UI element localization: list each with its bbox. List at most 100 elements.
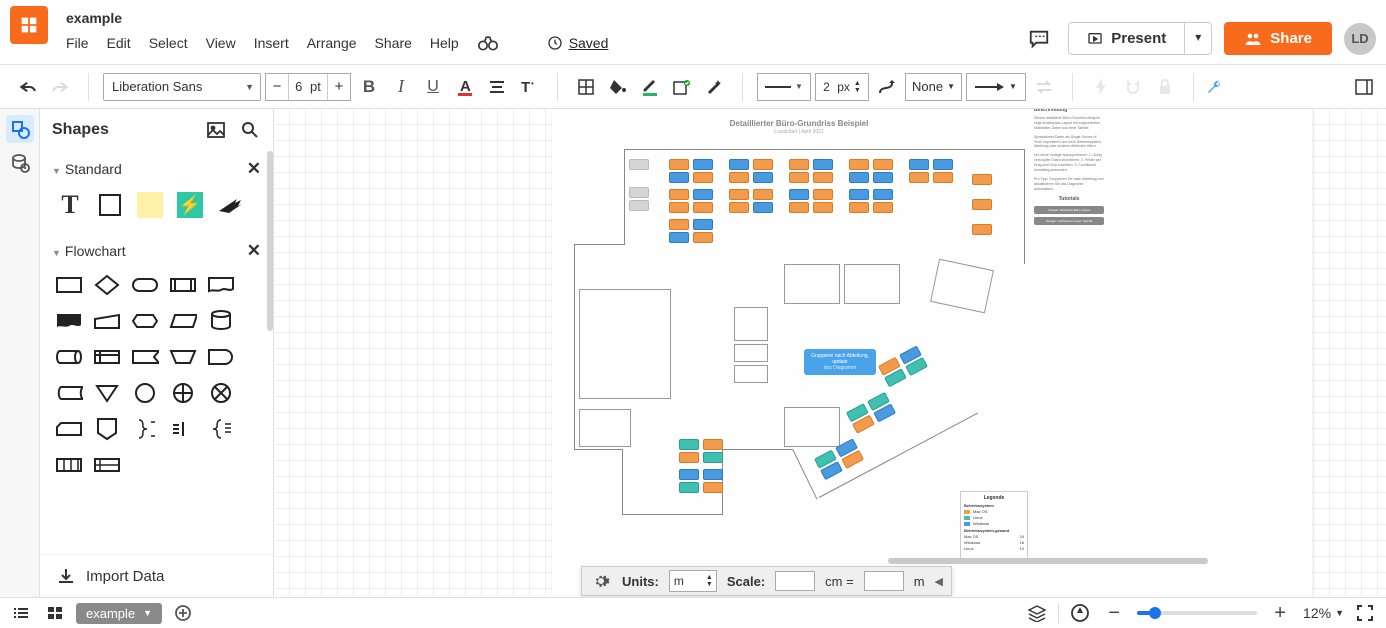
redo-button[interactable] (46, 73, 74, 101)
units-collapse-button[interactable]: ◀ (935, 575, 943, 588)
line-end-select[interactable]: ▼ (966, 73, 1026, 101)
align-button[interactable] (483, 73, 511, 101)
menu-view[interactable]: View (206, 35, 236, 51)
lock-button[interactable] (1151, 73, 1179, 101)
zoom-in-button[interactable]: + (1267, 602, 1293, 624)
menu-file[interactable]: File (66, 35, 89, 51)
fc-annotation[interactable] (168, 415, 198, 443)
section-flowchart-label[interactable]: Flowchart (65, 243, 126, 259)
underline-button[interactable]: U (419, 73, 447, 101)
fc-preparation[interactable] (130, 307, 160, 335)
target-button[interactable] (1067, 602, 1093, 624)
shape-rectangle[interactable] (94, 189, 126, 221)
import-data-button[interactable]: Import Data (40, 554, 273, 597)
fc-brace-right[interactable] (130, 415, 160, 443)
pages-list-button[interactable] (8, 602, 34, 624)
bold-button[interactable]: B (355, 73, 383, 101)
line-width-select[interactable]: 2 px ▲▼ (815, 73, 869, 101)
fc-display[interactable] (54, 307, 84, 335)
info-button-1[interactable]: Vorlage: Einfaches Büro-Layout (1034, 206, 1104, 214)
section-flowchart-close[interactable]: ✕ (247, 241, 261, 261)
canvas[interactable]: Detaillierter Büro-Grundriss Beispiel Lu… (274, 109, 1386, 597)
swap-ends-button[interactable] (1030, 73, 1058, 101)
fc-table[interactable] (54, 451, 84, 479)
fc-brace-left[interactable] (206, 415, 236, 443)
font-family-select[interactable]: Liberation Sans ▼ (103, 73, 261, 101)
rail-shapes-button[interactable] (6, 115, 34, 143)
scale-m-input[interactable] (864, 571, 904, 591)
fc-offpage[interactable] (92, 415, 122, 443)
rail-data-button[interactable] (6, 149, 34, 177)
info-button-2[interactable]: Vorlage: Conference Layer Tutorial (1034, 217, 1104, 225)
callout-tooltip[interactable]: Gruppiere nach Abteilung, update das Dia… (804, 349, 876, 375)
section-standard-label[interactable]: Standard (65, 161, 122, 177)
menu-arrange[interactable]: Arrange (307, 35, 357, 51)
units-select[interactable]: m ▲▼ (669, 570, 717, 592)
shape-format-button[interactable] (668, 73, 696, 101)
document-title[interactable]: example (66, 6, 1022, 32)
fc-document[interactable] (206, 271, 236, 299)
text-color-button[interactable]: A (451, 73, 479, 101)
line-style-select[interactable]: ▼ (757, 73, 811, 101)
table-button[interactable] (572, 73, 600, 101)
zoom-out-button[interactable]: − (1101, 602, 1127, 624)
border-color-button[interactable] (636, 73, 664, 101)
user-avatar[interactable]: LD (1344, 23, 1376, 55)
search-icon[interactable] (239, 119, 261, 141)
fc-or[interactable] (168, 379, 198, 407)
page-tab[interactable]: example ▼ (76, 603, 162, 624)
font-size-increase[interactable]: + (328, 78, 350, 95)
panel-toggle-button[interactable] (1350, 73, 1378, 101)
fc-connector[interactable] (130, 379, 160, 407)
fullscreen-button[interactable] (1352, 602, 1378, 624)
fc-storeddata[interactable] (54, 379, 84, 407)
font-size-decrease[interactable]: − (266, 78, 288, 95)
fc-terminator[interactable] (130, 271, 160, 299)
pages-grid-button[interactable] (42, 602, 68, 624)
fc-data[interactable] (168, 307, 198, 335)
fc-decision[interactable] (92, 271, 122, 299)
menu-insert[interactable]: Insert (254, 35, 289, 51)
wrench-button[interactable] (1202, 73, 1230, 101)
menu-select[interactable]: Select (149, 35, 188, 51)
fc-directdata[interactable] (54, 343, 84, 371)
fill-color-button[interactable] (604, 73, 632, 101)
flash-button[interactable] (1087, 73, 1115, 101)
saved-status[interactable]: Saved (547, 35, 609, 51)
fc-sumjunction[interactable] (206, 379, 236, 407)
italic-button[interactable]: I (387, 73, 415, 101)
fc-database[interactable] (206, 307, 236, 335)
app-logo[interactable] (10, 6, 48, 44)
undo-button[interactable] (14, 73, 42, 101)
zoom-slider[interactable] (1137, 611, 1257, 615)
fc-manualop[interactable] (168, 343, 198, 371)
fc-manualinput[interactable] (92, 307, 122, 335)
shape-arrow[interactable] (214, 189, 246, 221)
menu-help[interactable]: Help (430, 35, 459, 51)
fc-banner[interactable] (130, 343, 160, 371)
shape-bolt[interactable]: ⚡ (174, 189, 206, 221)
fc-swimlane[interactable] (92, 451, 122, 479)
menu-edit[interactable]: Edit (107, 35, 131, 51)
magic-button[interactable] (700, 73, 728, 101)
share-button[interactable]: Share (1224, 22, 1332, 55)
present-button[interactable]: Present (1068, 22, 1185, 55)
image-icon[interactable] (205, 119, 227, 141)
fc-merge[interactable] (92, 379, 122, 407)
font-size-input[interactable]: 6 pt (288, 74, 328, 100)
line-start-select[interactable]: None ▼ (905, 73, 962, 101)
binoculars-icon[interactable] (477, 32, 499, 54)
scale-cm-input[interactable] (775, 571, 815, 591)
shapes-scrollbar[interactable] (267, 151, 273, 331)
line-curve-button[interactable] (873, 73, 901, 101)
section-standard-close[interactable]: ✕ (247, 159, 261, 179)
floorplan-diagram[interactable]: Detaillierter Büro-Grundriss Beispiel Lu… (574, 139, 1024, 539)
units-settings-button[interactable] (590, 570, 612, 592)
horizontal-scrollbar[interactable] (548, 556, 1372, 566)
zoom-percent-select[interactable]: 12%▼ (1303, 605, 1344, 621)
fc-delay[interactable] (206, 343, 236, 371)
magnet-button[interactable] (1119, 73, 1147, 101)
text-options-button[interactable]: T• (515, 73, 543, 101)
comments-button[interactable] (1022, 24, 1056, 54)
menu-share[interactable]: Share (375, 35, 412, 51)
